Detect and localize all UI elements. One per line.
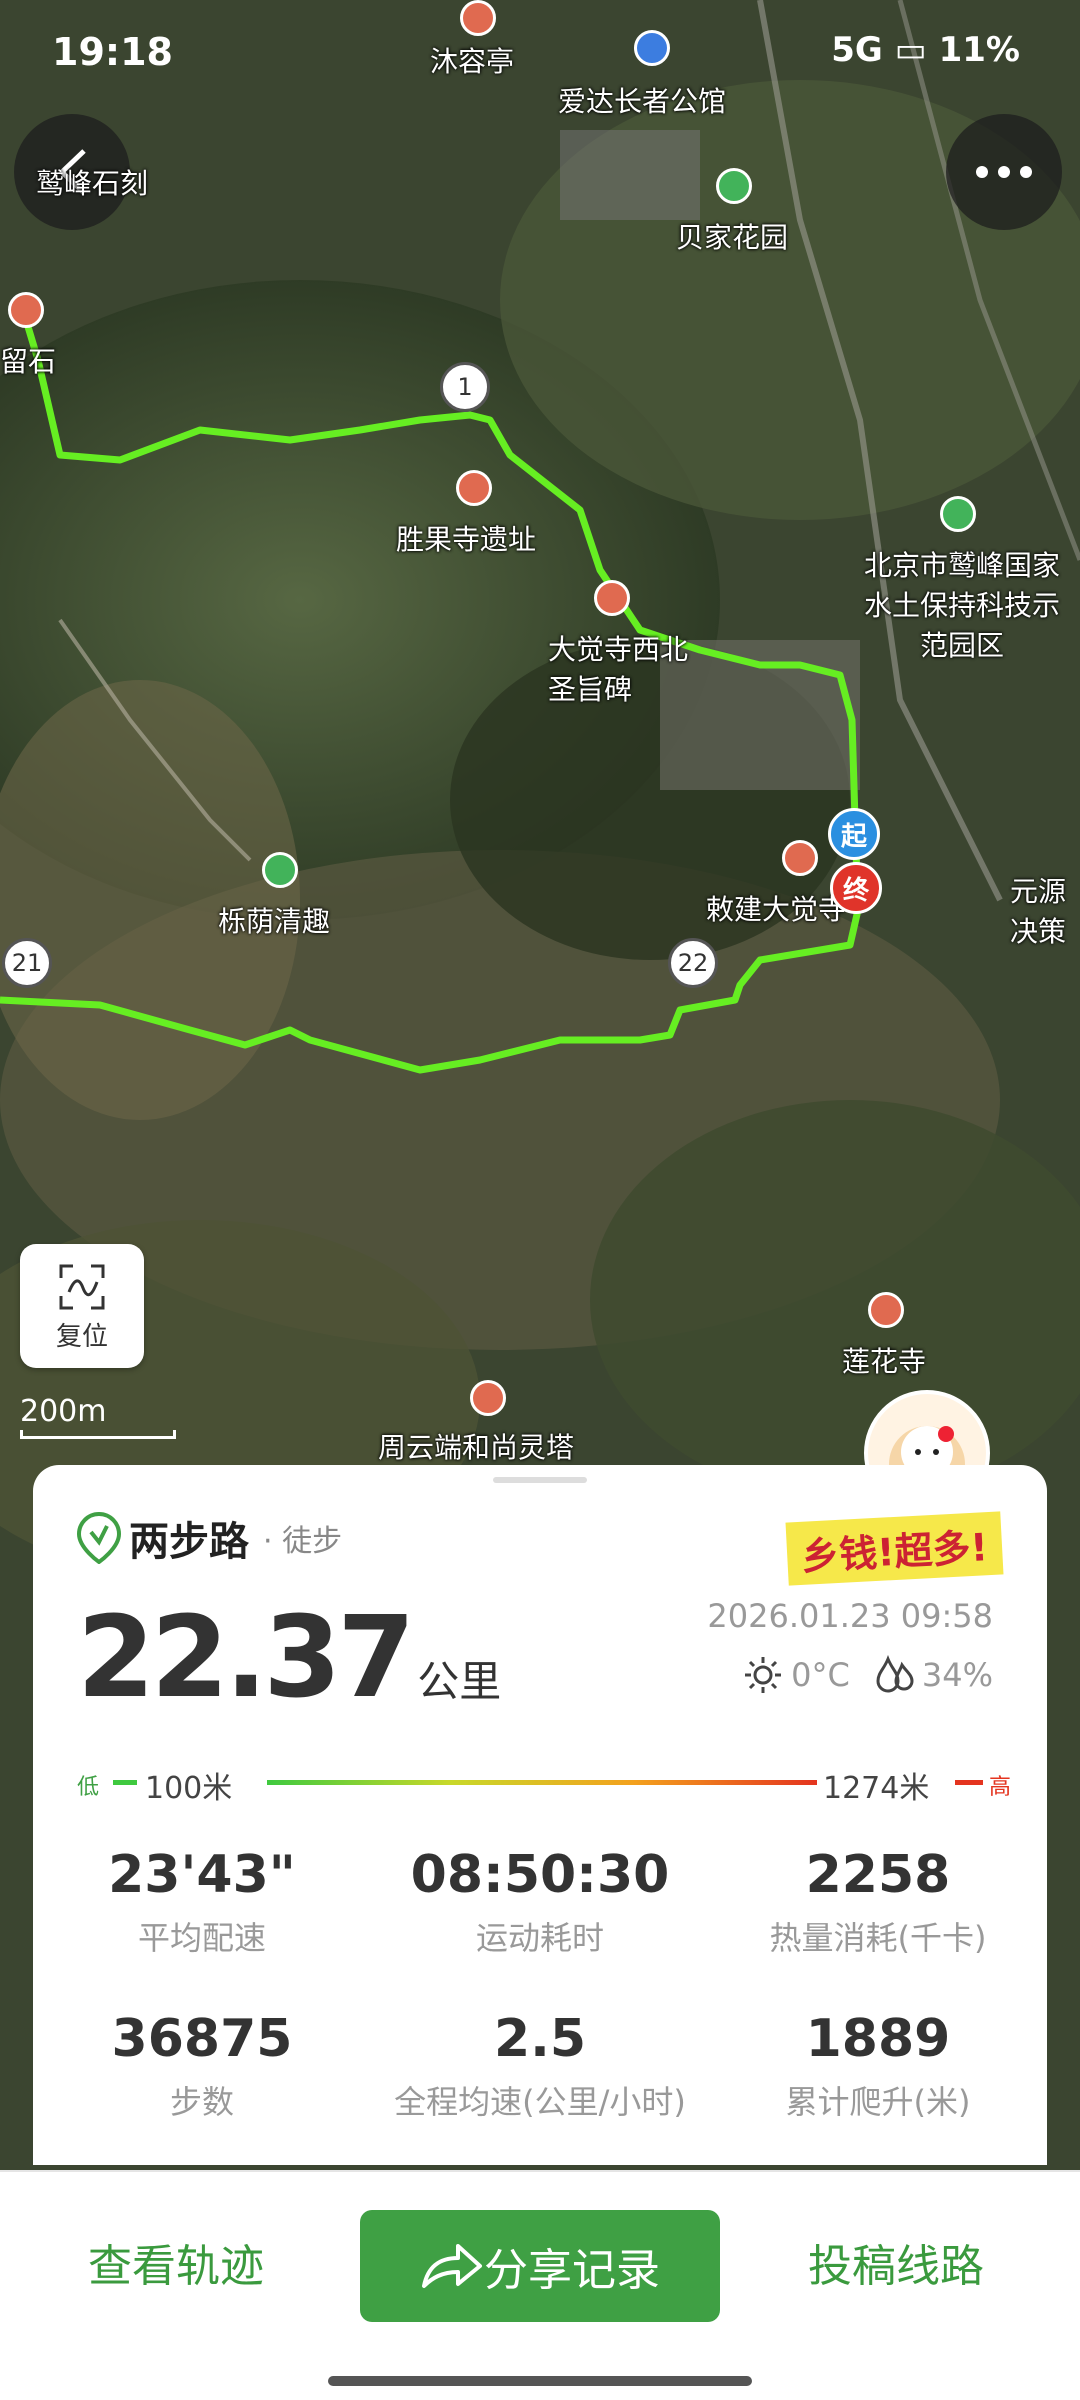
place-label[interactable]: 大觉寺西北圣旨碑	[548, 628, 688, 708]
temple-marker-icon[interactable]	[8, 292, 44, 328]
temple-marker-icon[interactable]	[460, 0, 496, 36]
place-label[interactable]: 敕建大觉寺	[706, 888, 846, 928]
stat-steps: 36875 步数	[33, 2009, 371, 2123]
scale-bar	[20, 1430, 176, 1439]
distance-display: 22.37 公里	[77, 1593, 501, 1723]
stat-avg-pace: 23'43" 平均配速	[33, 1845, 371, 1959]
stat-label: 平均配速	[137, 1919, 266, 1957]
weather-info: 0°C 34%	[743, 1655, 993, 1695]
submit-route-button[interactable]: 投稿线路	[808, 2230, 984, 2294]
stat-label: 累计爬升(米)	[785, 2083, 971, 2121]
recenter-track-icon	[59, 1264, 105, 1310]
elevation-high: 1274米	[823, 1771, 930, 1806]
battery-icon: ▭	[894, 30, 939, 70]
place-label[interactable]: 爱达长者公馆	[558, 80, 726, 120]
sun-icon	[745, 1657, 782, 1693]
humidity-icon	[876, 1655, 914, 1693]
temple-marker-icon[interactable]	[868, 1292, 904, 1328]
place-label[interactable]: 莲花寺	[842, 1340, 926, 1380]
distance-unit: 公里	[417, 1657, 502, 1706]
place-label[interactable]: 周云端和尚灵塔	[378, 1426, 574, 1466]
start-marker[interactable]: 起	[828, 808, 880, 860]
stat-duration: 08:50:30 运动耗时	[371, 1845, 709, 1959]
stat-calories: 2258 热量消耗(千卡)	[709, 1845, 1047, 1959]
user-sticker: 乡钱!超多!	[785, 1511, 1004, 1586]
stat-label: 热量消耗(千卡)	[769, 1919, 987, 1957]
place-label[interactable]: 北京市鹫峰国家水土保持科技示范园区	[862, 544, 1062, 664]
activity-summary-card: 两步路 · 徒步 乡钱!超多! 2026.01.23 09:58 22.37 公…	[33, 1465, 1047, 2165]
park-marker-icon[interactable]	[716, 168, 752, 204]
stat-value: 36875	[111, 2009, 293, 2069]
brand-header: 两步路 · 徒步	[77, 1509, 342, 1567]
stat-avg-speed: 2.5 全程均速(公里/小时)	[371, 2009, 709, 2123]
home-indicator[interactable]	[328, 2376, 752, 2386]
view-track-button[interactable]: 查看轨迹	[88, 2230, 264, 2294]
place-label[interactable]: 沐容亭	[430, 40, 514, 80]
reset-view-button[interactable]: 复位	[20, 1244, 144, 1368]
elevation-high-swatch	[955, 1780, 983, 1785]
scale-label: 200m	[20, 1394, 107, 1429]
place-label[interactable]: 鹫峰石刻	[36, 162, 148, 202]
temple-marker-icon[interactable]	[594, 580, 630, 616]
park-marker-icon[interactable]	[262, 852, 298, 888]
battery-level: 11%	[938, 30, 1020, 70]
stat-value: 2258	[805, 1845, 951, 1905]
divider	[0, 2170, 1080, 2172]
place-label[interactable]: 栎荫清趣	[218, 900, 330, 940]
place-label[interactable]: 贝家花园	[676, 216, 788, 256]
waypoint-marker[interactable]: 1	[440, 362, 490, 412]
place-label[interactable]: 元源决策	[1010, 870, 1080, 950]
place-label[interactable]: 胜果寺遗址	[396, 518, 536, 558]
reset-label: 复位	[55, 1322, 108, 1352]
more-button[interactable]	[946, 114, 1062, 230]
share-record-button[interactable]: 分享记录	[360, 2210, 720, 2322]
distance-value: 22.37	[77, 1593, 415, 1723]
park-marker-icon[interactable]	[940, 496, 976, 532]
more-dots-icon	[976, 166, 1032, 178]
stat-value: 1889	[805, 2009, 951, 2069]
place-label[interactable]: 留石	[0, 340, 56, 380]
humidity: 34%	[921, 1656, 993, 1694]
stat-label: 运动耗时	[475, 1919, 604, 1957]
drag-handle[interactable]	[493, 1477, 587, 1483]
elevation-high-tag: 高	[989, 1775, 1012, 1800]
activity-datetime: 2026.01.23 09:58	[707, 1597, 993, 1635]
waypoint-marker[interactable]: 21	[2, 938, 52, 988]
status-time: 19:18	[52, 30, 173, 74]
stat-elevation-gain: 1889 累计爬升(米)	[709, 2009, 1047, 2123]
stat-label: 全程均速(公里/小时)	[394, 2083, 686, 2121]
status-indicators: 5G ▭ 11%	[831, 30, 1020, 70]
elevation-range: 低 100米 1274米 高	[77, 1763, 1011, 1806]
elevation-low-swatch	[113, 1780, 137, 1785]
location-pin-icon[interactable]	[634, 30, 670, 66]
stat-value: 08:50:30	[410, 1845, 670, 1905]
temple-marker-icon[interactable]	[782, 840, 818, 876]
stat-label: 步数	[169, 2083, 234, 2121]
bottom-action-bar: 查看轨迹 分享记录 投稿线路	[0, 2170, 1080, 2400]
stat-value: 23'43"	[108, 1845, 296, 1905]
elevation-low-tag: 低	[77, 1775, 100, 1800]
share-label: 分享记录	[484, 2245, 660, 2296]
app-name: 两步路	[129, 1519, 249, 1565]
activity-type: · 徒步	[263, 1524, 343, 1559]
waypoint-marker[interactable]: 22	[668, 938, 718, 988]
status-bar: 19:18 5G ▭ 11%	[0, 0, 1080, 110]
elevation-gradient-bar	[267, 1780, 817, 1785]
elevation-low: 100米	[145, 1771, 233, 1806]
signal-text: 5G	[831, 30, 883, 70]
stat-value: 2.5	[493, 2009, 587, 2069]
end-marker[interactable]: 终	[830, 862, 882, 914]
temperature: 0°C	[791, 1656, 850, 1694]
temple-marker-icon[interactable]	[470, 1380, 506, 1416]
share-arrow-icon	[422, 2244, 482, 2288]
temple-marker-icon[interactable]	[456, 470, 492, 506]
app-logo-icon	[77, 1512, 121, 1564]
